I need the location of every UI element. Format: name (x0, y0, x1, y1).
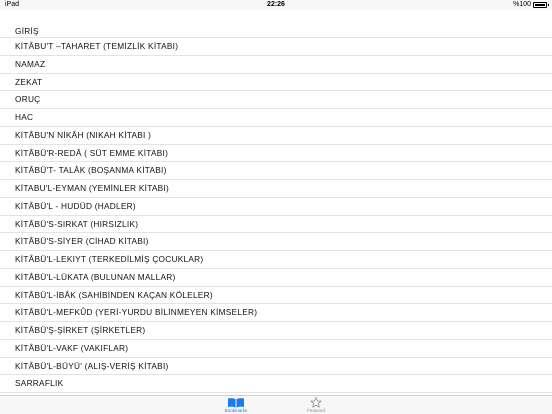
list-item[interactable]: KİTÂBÜ'Ş-ŞİRKET (ŞİRKETLER) (0, 322, 552, 340)
tab-featured[interactable]: Featured (286, 396, 346, 414)
battery-status: %100 (513, 0, 549, 10)
star-icon (310, 397, 322, 408)
tab-bookmarks[interactable]: Bookmarks (206, 396, 266, 414)
battery-icon (533, 2, 549, 8)
list-item[interactable]: KİTÂBÜ'L - HUDÜD (HADLER) (0, 198, 552, 216)
list-item[interactable]: KİTÂBU'T –TAHARET (TEMİZLİK KİTABI) (0, 38, 552, 56)
list-item[interactable]: KİTÂBÜ'L-VAKF (VAKIFLAR) (0, 340, 552, 358)
tab-bar: Bookmarks Featured (0, 395, 552, 414)
list-item[interactable]: KİTÂBÜ'T- TALÂK (BOŞANMA KİTABI) (0, 162, 552, 180)
list-item[interactable]: KİTÂBÜ'L-LÜKATA (BULUNAN MALLAR) (0, 269, 552, 287)
list-item[interactable]: KİTÂBÜ'L-MEFKÛD (YERİ-YURDU BİLİNMEYEN K… (0, 304, 552, 322)
book-icon (228, 398, 244, 408)
status-bar: iPad 22:26 %100 (0, 0, 552, 10)
list-item[interactable]: KİTÂBÜ'L-İBÂK (SAHİBİNDEN KAÇAN KÖLELER) (0, 287, 552, 305)
list-item[interactable]: KİTÂBÜ'L-BÜYÜ' (ALIŞ-VERİŞ KİTABI) (0, 358, 552, 376)
list-item[interactable]: KİTÂBÜ'L-LEKIYT (TERKEDİLMİŞ ÇOCUKLAR) (0, 251, 552, 269)
tab-bookmarks-label: Bookmarks (224, 408, 248, 413)
list-item[interactable]: KİTÂBÜ'R-REDÂ ( SÜT EMME KİTABI) (0, 145, 552, 163)
tab-featured-label: Featured (306, 408, 325, 413)
list-item[interactable]: KİTABU'L-EYMAN (YEMİNLER KİTABI) (0, 180, 552, 198)
chapter-list[interactable]: GİRİŞ KİTÂBU'T –TAHARET (TEMİZLİK KİTABI)… (0, 10, 552, 395)
list-item[interactable]: ZEKAT (0, 74, 552, 92)
list-item[interactable]: NAMAZ (0, 56, 552, 74)
list-item[interactable]: SARRAFLIK (0, 375, 552, 393)
status-time: 22:26 (267, 1, 285, 8)
list-item[interactable]: KİTÂBÜ'S-SIRKAT (HIRSIZLIK) (0, 216, 552, 234)
battery-percent: %100 (513, 1, 531, 8)
list-item[interactable]: KİTÂBÜ'S-SİYER (CİHAD KİTABI) (0, 233, 552, 251)
list-item[interactable]: GİRİŞ (0, 10, 552, 38)
list-item[interactable]: HAC (0, 109, 552, 127)
list-item[interactable]: ORUÇ (0, 91, 552, 109)
list-item[interactable]: KİTÂBU'N NİKÂH (NIKAH KİTABI ) (0, 127, 552, 145)
